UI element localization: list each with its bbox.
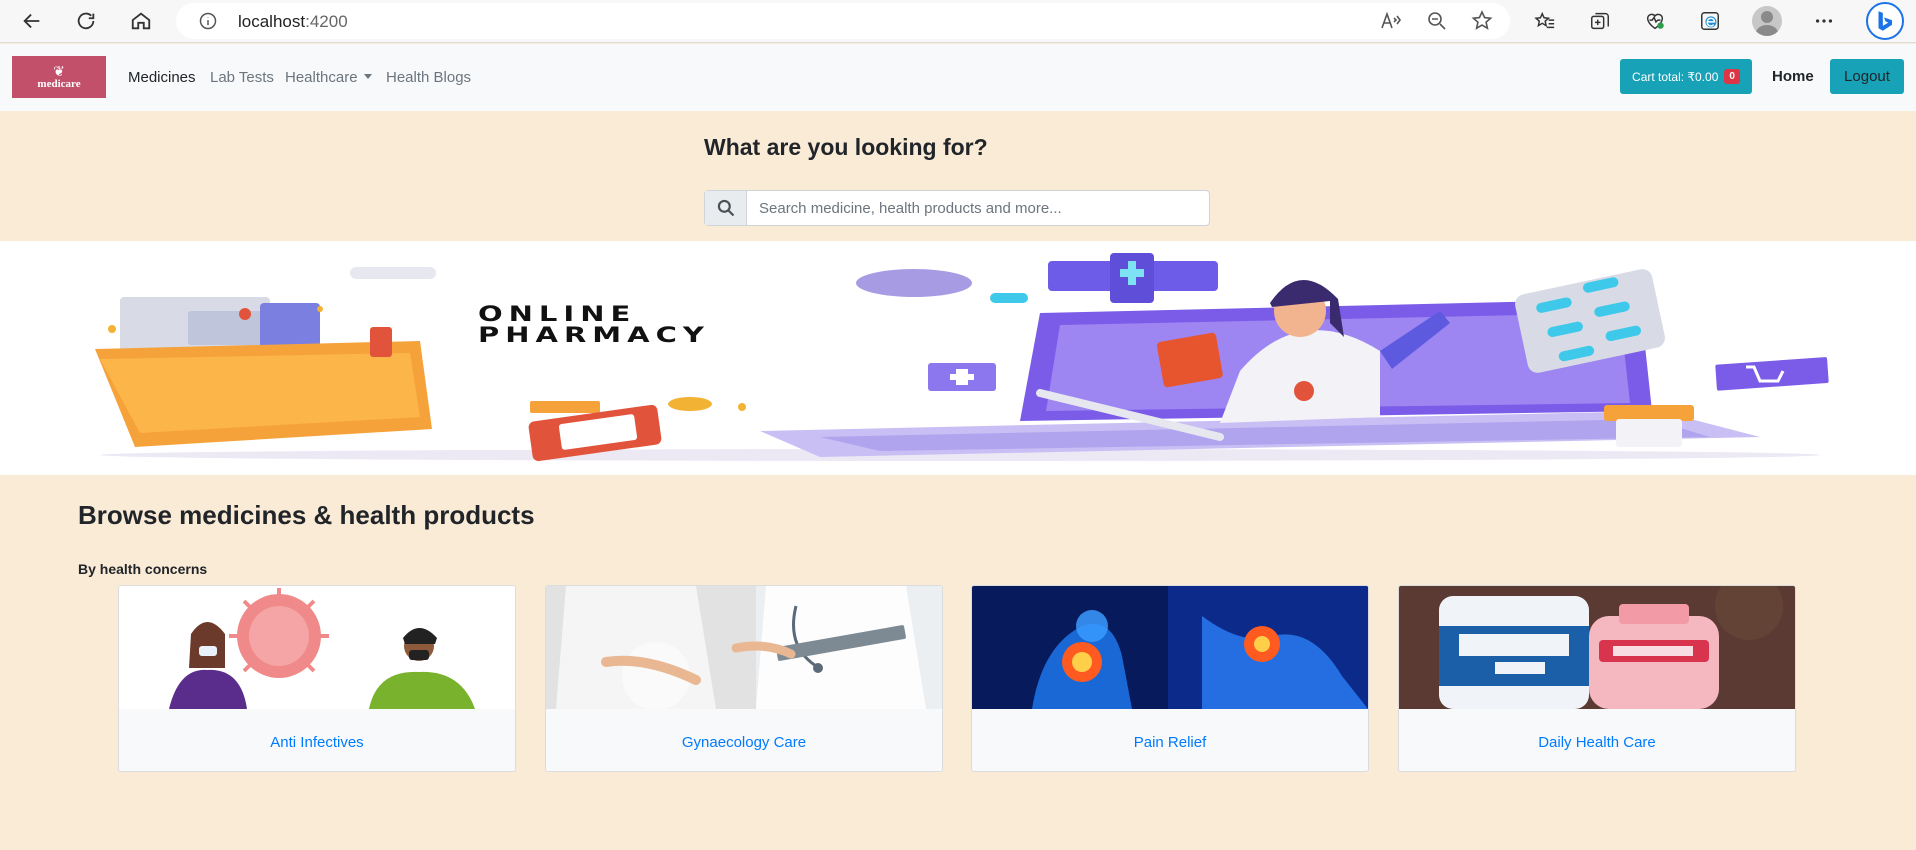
category-card-anti-infectives[interactable]: Anti Infectives xyxy=(118,585,516,772)
banner-title-line2: PHARMACY xyxy=(478,321,710,348)
cart-total-button[interactable]: Cart total: ₹0.00 0 xyxy=(1620,59,1752,94)
banner-title: ONLINE PHARMACY xyxy=(478,303,710,348)
category-card-daily-health-care[interactable]: Daily Health Care xyxy=(1398,585,1796,772)
shopping-cart-graphic xyxy=(1715,357,1829,391)
browse-heading: Browse medicines & health products xyxy=(78,500,535,530)
zoom-out-icon[interactable] xyxy=(1425,9,1449,33)
folder-graphic xyxy=(95,297,432,447)
url-text: localhost:4200 xyxy=(238,12,348,31)
reload-icon[interactable] xyxy=(70,5,102,37)
caret-down-icon xyxy=(363,74,372,79)
logo-mark-icon: ❦ xyxy=(53,63,65,79)
category-card-gynaecology-care[interactable]: Gynaecology Care xyxy=(545,585,943,772)
nav-health-blogs[interactable]: Health Blogs xyxy=(386,69,471,86)
search-bar[interactable] xyxy=(704,190,1210,226)
bing-copilot-icon[interactable] xyxy=(1866,2,1904,40)
collections-icon[interactable] xyxy=(1584,5,1616,37)
edge-icon[interactable] xyxy=(1694,5,1726,37)
online-pharmacy-banner: ONLINE PHARMACY xyxy=(0,241,1916,475)
logo-text: medicare xyxy=(37,78,81,90)
more-icon[interactable] xyxy=(1808,5,1840,37)
anti-infectives-image xyxy=(119,586,515,709)
medicare-logo[interactable]: ❦ medicare xyxy=(12,56,106,98)
add-favorite-icon[interactable] xyxy=(1470,9,1494,33)
nav-healthcare-label: Healthcare xyxy=(285,69,358,86)
category-title[interactable]: Pain Relief xyxy=(972,734,1368,751)
health-concerns-label: By health concerns xyxy=(78,561,208,577)
app-navbar: ❦ medicare Medicines Lab Tests Healthcar… xyxy=(0,44,1916,111)
daily-health-care-image xyxy=(1399,586,1795,709)
medical-cross-sign xyxy=(1048,253,1218,303)
gynaecology-care-image xyxy=(546,586,942,709)
category-card-pain-relief[interactable]: Pain Relief xyxy=(971,585,1369,772)
back-icon[interactable] xyxy=(16,5,48,37)
search-heading: What are you looking for? xyxy=(704,134,988,160)
nav-healthcare-dropdown[interactable]: Healthcare xyxy=(285,69,372,86)
category-title[interactable]: Anti Infectives xyxy=(119,734,515,751)
favorites-icon[interactable] xyxy=(1529,5,1561,37)
profile-icon[interactable] xyxy=(1752,6,1782,36)
nav-medicines[interactable]: Medicines xyxy=(128,69,196,86)
cart-count-badge: 0 xyxy=(1724,69,1740,84)
search-input[interactable] xyxy=(747,191,1209,225)
pain-relief-image xyxy=(972,586,1368,709)
category-title[interactable]: Gynaecology Care xyxy=(546,734,942,751)
home-icon[interactable] xyxy=(125,5,157,37)
home-link[interactable]: Home xyxy=(1772,68,1814,85)
site-info-icon[interactable] xyxy=(198,11,218,31)
browser-toolbar: localhost:4200 xyxy=(0,0,1916,43)
cart-total-label: Cart total: ₹0.00 xyxy=(1632,69,1719,84)
browser-essentials-icon[interactable] xyxy=(1639,5,1671,37)
read-aloud-icon[interactable] xyxy=(1379,9,1403,33)
banner-illustration xyxy=(95,253,1829,462)
category-title[interactable]: Daily Health Care xyxy=(1399,734,1795,751)
nav-lab-tests[interactable]: Lab Tests xyxy=(210,69,274,86)
search-icon[interactable] xyxy=(705,191,747,225)
logout-button[interactable]: Logout xyxy=(1830,59,1904,94)
address-bar[interactable]: localhost:4200 xyxy=(176,3,1510,39)
